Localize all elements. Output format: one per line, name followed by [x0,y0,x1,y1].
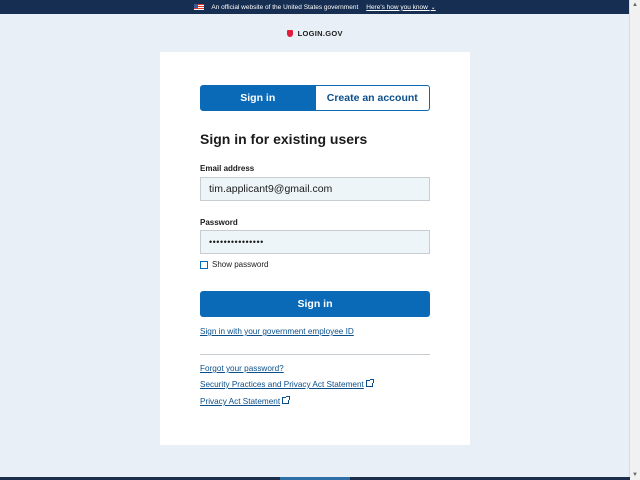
password-label: Password [200,218,238,227]
external-link-icon [282,396,291,404]
login-gov-logo[interactable]: LOGIN.GOV [0,29,630,38]
tab-create-account[interactable]: Create an account [315,85,430,111]
divider [200,354,430,355]
tab-sign-in[interactable]: Sign in [200,85,316,111]
sign-in-button[interactable]: Sign in [200,291,430,317]
show-password-label: Show password [212,260,269,269]
logo-text: LOGIN.GOV [297,29,343,38]
sign-in-card: Sign in Create an account Sign in for ex… [160,52,470,445]
chevron-down-icon: ⌄ [430,4,436,11]
forgot-password-link[interactable]: Forgot your password? [200,364,284,373]
email-label: Email address [200,164,255,173]
account-tabs: Sign in Create an account [200,85,430,111]
show-password-option[interactable]: Show password [200,260,268,269]
piv-sign-in-link[interactable]: Sign in with your government employee ID [200,327,354,336]
heres-how-you-know-label: Here's how you know [366,3,428,11]
banner-text: An official website of the United States… [211,3,359,11]
external-link-icon [365,379,374,387]
password-field[interactable] [200,230,430,254]
login-shield-icon [287,30,294,37]
security-practices-link[interactable]: Security Practices and Privacy Act State… [200,379,374,389]
scroll-down-icon[interactable]: ▼ [630,470,640,480]
scroll-up-icon[interactable]: ▲ [630,0,640,10]
gov-banner: An official website of the United States… [0,0,630,14]
page-scrollbar[interactable]: ▲ ▼ [629,0,640,480]
email-field[interactable] [200,177,430,201]
security-practices-label: Security Practices and Privacy Act State… [200,380,364,389]
heres-how-you-know-link[interactable]: Here's how you know ⌄ [366,4,435,11]
show-password-checkbox[interactable] [200,260,208,269]
privacy-act-link[interactable]: Privacy Act Statement [200,396,291,406]
us-flag-icon [194,4,205,10]
privacy-act-label: Privacy Act Statement [200,397,281,406]
page-title: Sign in for existing users [200,131,368,147]
